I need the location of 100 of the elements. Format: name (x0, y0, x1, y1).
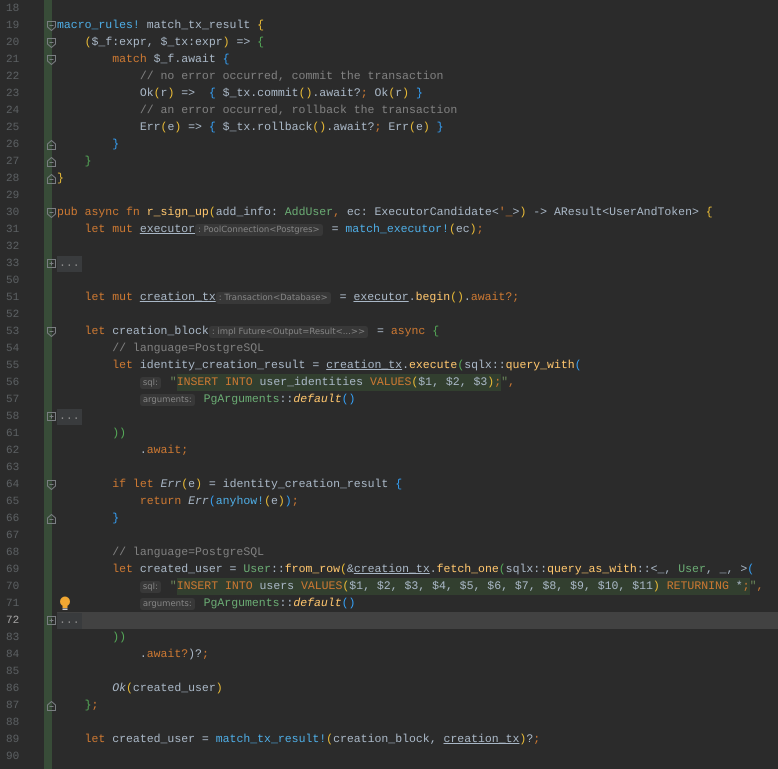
code-text: Ok(created_user) (111, 681, 223, 697)
line-number: 18 (5, 2, 20, 14)
code-text: let mut executor (84, 222, 196, 238)
line-number: 70 (5, 580, 20, 592)
unfold-icon[interactable] (47, 412, 56, 421)
code-text: }; (84, 698, 98, 714)
line-number: 57 (5, 394, 20, 406)
code-text: let mut creation_tx (84, 290, 216, 306)
code-text: // no error occurred, commit the transaction (138, 69, 444, 85)
fold-icon[interactable] (47, 38, 56, 48)
code-text: ", (750, 579, 764, 595)
code-text: " (168, 375, 177, 391)
fold-icon[interactable] (47, 140, 56, 150)
unfold-icon[interactable] (47, 259, 56, 268)
fold-icon[interactable] (47, 327, 56, 337)
line-number: 90 (5, 750, 20, 762)
code-text: if let Err(e) = identity_creation_result { (111, 477, 402, 493)
lightbulb-icon[interactable] (59, 596, 71, 611)
code-text: let created_user = User::from_row(&creation_tx.fetch_one(sqlx::query_as_with::<_, User, _, >( (111, 562, 754, 578)
code-text: match $_f.await { (111, 52, 230, 68)
code-text: } (84, 154, 92, 170)
line-number: 87 (5, 700, 20, 712)
line-number: 26 (5, 138, 20, 150)
line-number: 69 (5, 564, 20, 576)
line-number: 33 (5, 258, 20, 270)
code-text: return Err(anyhow!(e)); (138, 494, 299, 510)
line-number: 64 (5, 478, 20, 490)
code-text: = executor.begin().await?; (338, 290, 520, 306)
line-number: 52 (5, 308, 20, 320)
folded-code[interactable]: ... (57, 612, 82, 628)
code-text: } (111, 137, 120, 153)
fold-icon[interactable] (47, 21, 56, 31)
fold-icon[interactable] (47, 514, 56, 524)
code-text: .await; (138, 443, 188, 459)
line-number: 24 (5, 104, 20, 116)
code-text: )) (111, 426, 126, 442)
fold-icon[interactable] (47, 157, 56, 167)
line-number: 28 (5, 172, 20, 184)
fold-icon[interactable] (47, 701, 56, 711)
line-number: 86 (5, 682, 20, 694)
line-number: 31 (5, 224, 20, 236)
line-number: 23 (5, 88, 20, 100)
line-number: 30 (5, 206, 20, 218)
line-number: 61 (5, 428, 20, 440)
code-text: ", (501, 375, 515, 391)
code-text: = match_executor!(ec); (330, 222, 484, 238)
line-number: 51 (5, 292, 20, 304)
line-number: 27 (5, 156, 20, 168)
folded-code[interactable]: ... (57, 408, 82, 424)
code-text: " (168, 579, 177, 595)
inlay-hint: : PoolConnection<Postgres> (195, 224, 323, 236)
line-number: 71 (5, 598, 20, 610)
inlay-hint: : impl Future<Output=Result<...>> (208, 326, 368, 338)
inlay-hint: arguments: (140, 598, 195, 610)
code-text: Ok(r) => { $_tx.commit().await?; Ok(r) } (138, 86, 423, 102)
fold-icon[interactable] (47, 208, 56, 218)
line-number: 63 (5, 462, 20, 474)
line-number: 21 (5, 54, 20, 66)
code-text: Err(e) => { $_tx.rollback().await?; Err(e) } (138, 120, 444, 136)
fold-icon[interactable] (47, 480, 56, 490)
code-text: // an error occurred, rollback the transaction (138, 103, 458, 119)
line-number: 83 (5, 632, 20, 644)
folded-code[interactable]: ... (57, 256, 82, 272)
inlay-hint: : Transaction<Database> (216, 292, 331, 304)
line-number: 32 (5, 240, 20, 252)
fold-icon[interactable] (47, 174, 56, 184)
fold-icon[interactable] (47, 55, 56, 65)
line-number: 66 (5, 512, 20, 524)
code-text: let created_user = match_tx_result!(creation_block, creation_tx)?; (84, 732, 540, 748)
line-number: 72 (5, 614, 20, 626)
code-text: pub async fn r_sign_up(add_info: AddUser, ec: ExecutorCandidate<'_>) -> AResult<UserAndToken> { (57, 205, 713, 221)
line-number: 20 (5, 36, 20, 48)
code-text: // language=PostgreSQL (111, 341, 264, 357)
line-number: 29 (5, 190, 20, 202)
inlay-hint: arguments: (140, 394, 195, 406)
code-text: macro_rules! match_tx_result { (57, 18, 264, 34)
sql-code: INSERT INTO users VALUES($1, $2, $3, $4, $5, $6, $7, $8, $9, $10, $11) RETURNING *; (176, 578, 750, 595)
line-number: 58 (5, 410, 20, 422)
code-text: )) (111, 630, 126, 646)
unfold-icon[interactable] (47, 616, 56, 625)
code-text: } (57, 171, 64, 187)
line-number: 85 (5, 666, 20, 678)
line-number: 65 (5, 496, 20, 508)
line-number: 62 (5, 444, 20, 456)
code-text: // language=PostgreSQL (111, 545, 264, 561)
line-number: 89 (5, 734, 20, 746)
line-number: 19 (5, 20, 20, 32)
line-number: 67 (5, 530, 20, 542)
line-number: 68 (5, 546, 20, 558)
line-number: 25 (5, 122, 20, 134)
line-number: 22 (5, 70, 20, 82)
sql-code: INSERT INTO user_identities VALUES($1, $2, $3); (176, 374, 502, 391)
line-number: 55 (5, 360, 20, 372)
line-number: 50 (5, 274, 20, 286)
line-number: 54 (5, 342, 20, 354)
code-text: let creation_block (84, 324, 209, 340)
line-number: 88 (5, 716, 20, 728)
inlay-hint: sql: (140, 376, 161, 388)
line-number: 84 (5, 648, 20, 660)
code-text: .await?)?; (138, 647, 209, 663)
